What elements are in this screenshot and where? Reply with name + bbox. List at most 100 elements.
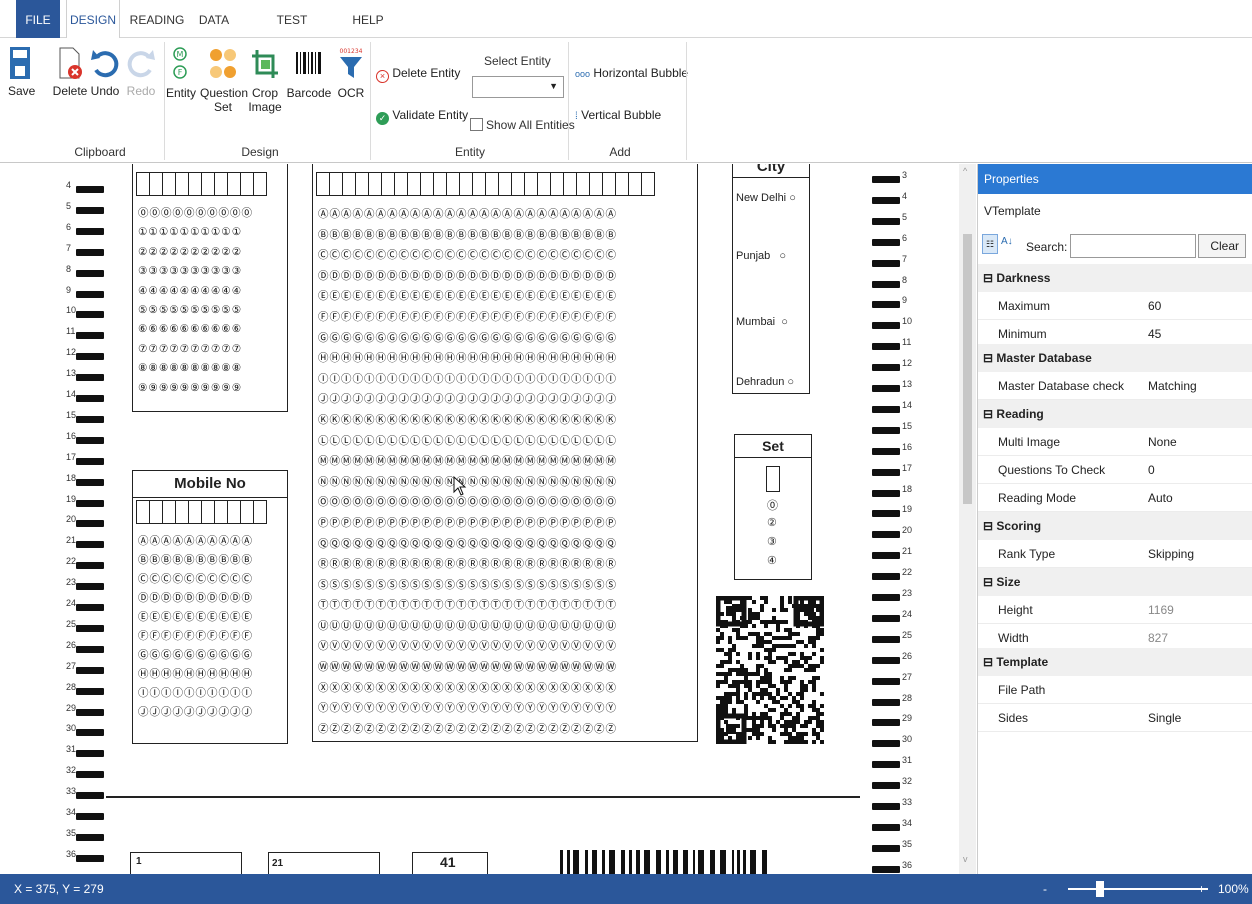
category-darkness[interactable]: ⊟ Darkness <box>978 264 1252 292</box>
prop-value[interactable]: Single <box>1148 704 1181 732</box>
horizontal-bubble-button[interactable]: ooo Horizontal Bubble <box>575 66 688 81</box>
answer-block[interactable] <box>268 852 380 874</box>
name-write-cells <box>316 172 655 196</box>
entity-button[interactable]: MF Entity <box>166 46 196 100</box>
select-entity-dropdown[interactable]: ▼ <box>472 76 564 98</box>
qr-module <box>772 636 776 640</box>
crop-image-button[interactable]: Crop Image <box>248 46 282 114</box>
prop-value[interactable]: Matching <box>1148 372 1197 400</box>
qr-module <box>760 664 764 668</box>
timing-mark-number: 22 <box>902 567 913 578</box>
prop-row-height[interactable]: Height 1169 <box>978 596 1252 624</box>
timing-mark <box>76 729 104 737</box>
zoom-in-button[interactable]: + <box>1198 874 1205 904</box>
zoom-slider[interactable] <box>1068 881 1208 897</box>
scroll-up-icon[interactable]: ^ <box>963 166 967 176</box>
prop-row-rank-type[interactable]: Rank Type Skipping <box>978 540 1252 568</box>
city-option-dehradun[interactable]: Dehradun ○ <box>736 376 794 388</box>
qr-module <box>736 680 740 684</box>
prop-value[interactable]: 60 <box>1148 292 1161 320</box>
prop-value[interactable]: Auto <box>1148 484 1173 512</box>
template-canvas[interactable]: 4 5 6 7 8 9 10 11 12 13 14 15 16 17 18 19 20 21 22 23 24 25 26… <box>0 164 959 874</box>
menu-tab-reading[interactable]: READING <box>128 0 186 38</box>
menu-tab-data[interactable]: DATA <box>194 0 234 38</box>
prop-row-sides[interactable]: Sides Single <box>978 704 1252 732</box>
prop-row-maximum[interactable]: Maximum 60 <box>978 292 1252 320</box>
category-template[interactable]: ⊟ Template <box>978 648 1252 676</box>
scroll-down-icon[interactable]: v <box>963 854 968 864</box>
zoom-out-button[interactable]: - <box>1043 874 1047 904</box>
search-input[interactable] <box>1070 234 1196 258</box>
prop-value[interactable]: None <box>1148 428 1177 456</box>
timing-mark <box>872 823 900 831</box>
set-option-4[interactable]: ④ <box>767 554 777 567</box>
show-all-entities-checkbox[interactable] <box>470 118 483 131</box>
prop-row-master-database-check[interactable]: Master Database check Matching <box>978 372 1252 400</box>
barcode-bar <box>585 850 588 874</box>
timing-mark <box>76 186 104 193</box>
set-option-2[interactable]: ② <box>767 516 777 529</box>
menu-tab-test-analytics[interactable]: TEST ANALYTICS <box>244 0 340 67</box>
prop-row-file-path[interactable]: File Path <box>978 676 1252 704</box>
category-reading[interactable]: ⊟ Reading <box>978 400 1252 428</box>
prop-row-questions-to-check[interactable]: Questions To Check 0 <box>978 456 1252 484</box>
city-option-mumbai[interactable]: Mumbai ○ <box>736 316 788 328</box>
prop-row-multi-image[interactable]: Multi Image None <box>978 428 1252 456</box>
redo-button[interactable]: Redo <box>126 46 156 98</box>
alphabetical-sort-icon[interactable]: A↓ <box>1001 236 1013 247</box>
category-size[interactable]: ⊟ Size <box>978 568 1252 596</box>
qr-module <box>748 612 752 616</box>
collapse-icon[interactable]: ⊟ <box>983 575 993 589</box>
question-set-button[interactable]: Question Set <box>200 46 248 114</box>
categorized-sort-icon[interactable]: ☷ <box>982 234 998 254</box>
prop-value[interactable]: 0 <box>1148 456 1155 484</box>
vertical-bubble-button[interactable]: ⁞ Vertical Bubble <box>575 108 661 124</box>
menu-tab-file[interactable]: FILE <box>16 0 60 38</box>
canvas-vertical-scrollbar[interactable]: ^ v <box>959 164 976 874</box>
city-option-punjab[interactable]: Punjab ○ <box>736 250 786 262</box>
set-option-3[interactable]: ③ <box>767 535 777 548</box>
qr-module <box>816 712 820 716</box>
collapse-icon[interactable]: ⊟ <box>983 407 993 421</box>
qr-module <box>780 608 784 612</box>
menu-tab-design[interactable]: DESIGN <box>66 0 120 39</box>
barcode-button[interactable]: Barcode <box>286 46 332 100</box>
timing-mark-number: 5 <box>66 200 72 211</box>
qr-module <box>764 656 768 660</box>
category-scoring[interactable]: ⊟ Scoring <box>978 512 1252 540</box>
category-master-database[interactable]: ⊟ Master Database <box>978 344 1252 372</box>
qr-module <box>716 636 720 640</box>
timing-mark-number: 18 <box>66 472 77 483</box>
timing-mark-number: 8 <box>902 274 908 285</box>
qr-module <box>780 712 784 716</box>
undo-button[interactable]: Undo <box>90 46 120 98</box>
qr-module <box>800 696 804 700</box>
save-button[interactable]: Save <box>8 46 35 98</box>
scrollbar-thumb[interactable] <box>963 234 972 504</box>
set-option-1[interactable]: ⓪ <box>767 497 778 513</box>
roll-number-bubbles: ⓪⓪⓪⓪⓪⓪⓪⓪⓪⓪ ①①①①①①①①①① ②②②②②②②②②② ③③③③③③③… <box>138 207 253 394</box>
city-option-new-delhi[interactable]: New Delhi ○ <box>736 192 796 204</box>
collapse-icon[interactable]: ⊟ <box>983 655 993 669</box>
answer-block[interactable] <box>130 852 242 874</box>
crop-icon <box>252 50 278 78</box>
collapse-icon[interactable]: ⊟ <box>983 519 993 533</box>
timing-mark <box>76 666 104 674</box>
barcode-icon <box>296 52 321 74</box>
delete-entity-button[interactable]: × Delete Entity <box>376 66 460 83</box>
qr-module <box>800 664 804 668</box>
collapse-icon[interactable]: ⊟ <box>983 351 993 365</box>
menu-tab-help[interactable]: HELP <box>348 0 388 38</box>
zoom-slider-thumb[interactable] <box>1096 881 1104 897</box>
delete-button[interactable]: Delete <box>52 46 88 98</box>
timing-mark <box>872 489 900 497</box>
ocr-button[interactable]: 001234 OCR <box>334 46 368 100</box>
prop-row-reading-mode[interactable]: Reading Mode Auto <box>978 484 1252 512</box>
clear-button[interactable]: Clear <box>1198 234 1246 258</box>
timing-mark <box>872 447 900 455</box>
svg-text:M: M <box>177 50 184 59</box>
validate-entity-button[interactable]: ✓ Validate Entity <box>376 108 468 125</box>
prop-value[interactable]: Skipping <box>1148 540 1194 568</box>
collapse-icon[interactable]: ⊟ <box>983 271 993 285</box>
qr-module <box>820 632 824 636</box>
